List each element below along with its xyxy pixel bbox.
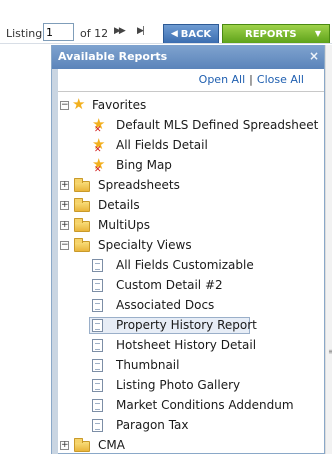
tree-label: Specialty Views: [98, 238, 192, 252]
tree-label: Property History Report: [116, 318, 257, 332]
back-button[interactable]: ◀ BACK: [163, 24, 219, 44]
tree-label: Favorites: [92, 98, 147, 112]
tree-label: Associated Docs: [116, 298, 215, 312]
reports-button-label: REPORTS: [245, 29, 297, 40]
tree-label: Thumbnail: [116, 358, 180, 372]
divider: [58, 91, 324, 92]
tree-label: Market Conditions Addendum: [116, 398, 294, 412]
document-icon: [92, 299, 103, 312]
expand-icon[interactable]: +: [60, 201, 69, 210]
expand-icon[interactable]: +: [60, 181, 69, 190]
tree-folder-multiups[interactable]: + MultiUps: [60, 217, 320, 235]
expand-icon[interactable]: +: [60, 441, 69, 450]
collapse-icon[interactable]: −: [60, 241, 69, 250]
screen: { "toolbar": { "listing_label": "Listing…: [0, 0, 332, 454]
close-icon[interactable]: ×: [309, 49, 319, 63]
tree-item-report[interactable]: ★ ✕ All Fields Detail: [92, 135, 320, 156]
tree-label: Paragon Tax: [116, 418, 189, 432]
page-scrollbar[interactable]: ≡: [325, 45, 332, 454]
tree-folder-specialty-views[interactable]: − Specialty Views: [60, 237, 320, 255]
document-icon: [92, 399, 103, 412]
panel-left-edge: [52, 69, 58, 454]
document-icon: [92, 279, 103, 292]
tree-label: Default MLS Defined Spreadsheet: [116, 118, 319, 132]
reports-button[interactable]: REPORTS ▼: [222, 24, 330, 44]
document-icon: [92, 319, 103, 332]
skip-to-end-icon[interactable]: ▶|: [137, 26, 145, 36]
chevron-down-icon: ▼: [314, 29, 321, 38]
favorite-remove-icon: ★ ✕: [92, 155, 106, 176]
tree-label: Details: [98, 198, 140, 212]
tree-label: Bing Map: [116, 158, 172, 172]
favorite-remove-icon: ★ ✕: [92, 135, 106, 156]
expand-icon[interactable]: +: [60, 221, 69, 230]
tree-folder-cma[interactable]: + CMA: [60, 437, 320, 454]
folder-icon: [74, 218, 90, 232]
folder-icon: [74, 178, 90, 192]
panel-header: Available Reports ×: [52, 45, 324, 69]
tree-item-report[interactable]: All Fields Customizable: [92, 257, 320, 275]
tree-item-report[interactable]: ★ ✕ Default MLS Defined Spreadsheet: [92, 115, 320, 136]
tree-folder-details[interactable]: + Details: [60, 197, 320, 215]
tree-item-report-selected[interactable]: Property History Report: [92, 317, 320, 335]
close-all-link[interactable]: Close All: [257, 73, 304, 86]
tree-folder-spreadsheets[interactable]: + Spreadsheets: [60, 177, 320, 195]
tree-item-report[interactable]: Market Conditions Addendum: [92, 397, 320, 415]
tree-item-report[interactable]: Custom Detail #2: [92, 277, 320, 295]
tree-item-report[interactable]: Paragon Tax: [92, 417, 320, 435]
folder-open-icon: [74, 238, 90, 252]
tree-label: MultiUps: [98, 218, 150, 232]
tree-label: Hotsheet History Detail: [116, 338, 257, 352]
tree-item-report[interactable]: Thumbnail: [92, 357, 320, 375]
toolbar-divider: [0, 43, 332, 44]
favorite-remove-icon: ★ ✕: [92, 115, 106, 136]
tree-item-report[interactable]: Associated Docs: [92, 297, 320, 315]
tree-label: Custom Detail #2: [116, 278, 223, 292]
folder-icon: [74, 198, 90, 212]
listing-toolbar: Listing of 12 ▶▶ ▶| ◀ BACK REPORTS ▼: [0, 0, 332, 45]
star-icon: ★: [72, 95, 86, 113]
tree-label: All Fields Detail: [116, 138, 208, 152]
available-reports-panel: Available Reports × Open All | Close All −…: [51, 45, 325, 454]
panel-title: Available Reports: [58, 50, 168, 63]
expand-collapse-links: Open All | Close All: [52, 73, 324, 87]
document-icon: [92, 259, 103, 272]
document-icon: [92, 379, 103, 392]
open-all-link[interactable]: Open All: [199, 73, 246, 86]
link-separator: |: [249, 73, 253, 86]
document-icon: [92, 339, 103, 352]
tree-label: Spreadsheets: [98, 178, 180, 192]
document-icon: [92, 359, 103, 372]
tree-label: Listing Photo Gallery: [116, 378, 241, 392]
collapse-icon[interactable]: −: [60, 101, 69, 110]
tree-item-report[interactable]: ★ ✕ Bing Map: [92, 155, 320, 176]
scroll-grip-icon: ≡: [328, 347, 332, 356]
listing-label: Listing: [6, 27, 43, 40]
tree-item-report[interactable]: Hotsheet History Detail: [92, 337, 320, 355]
tree-label: All Fields Customizable: [116, 258, 254, 272]
page-number-input[interactable]: [43, 23, 74, 41]
fast-forward-icon[interactable]: ▶▶: [114, 26, 126, 36]
tree-item-report[interactable]: Listing Photo Gallery: [92, 377, 320, 395]
back-arrow-icon: ◀: [170, 29, 178, 39]
back-button-label: BACK: [180, 28, 212, 40]
document-icon: [92, 419, 103, 432]
tree-folder-favorites[interactable]: − ★ Favorites: [60, 97, 320, 115]
folder-icon: [74, 438, 90, 452]
page-count-label: of 12: [80, 27, 109, 40]
tree-label: CMA: [98, 438, 125, 452]
